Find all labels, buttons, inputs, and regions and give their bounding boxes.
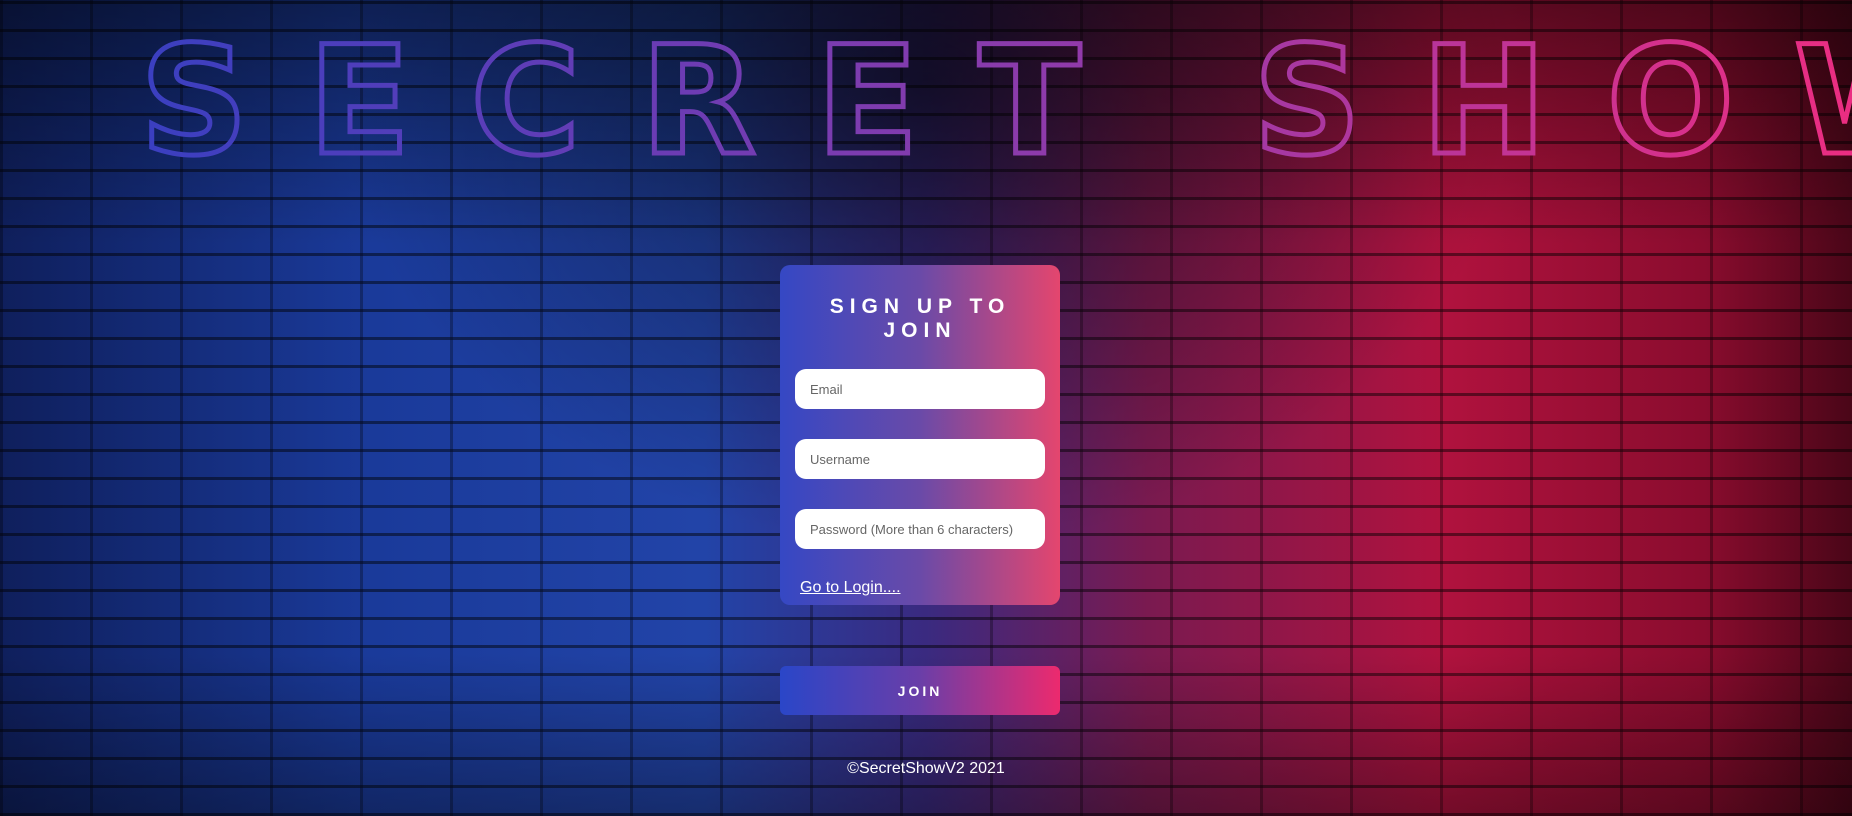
password-field[interactable] <box>795 509 1045 549</box>
go-to-login-link[interactable]: Go to Login.... <box>800 579 901 597</box>
neon-logo-title: SECRET SHOW <box>138 8 1852 192</box>
footer-copyright: ©SecretShowV2 2021 <box>847 760 1005 777</box>
neon-title-text: SECRET SHOW <box>140 15 1852 189</box>
username-field[interactable] <box>795 439 1045 479</box>
signup-heading: SIGN UP TO JOIN <box>829 295 1011 342</box>
join-button[interactable]: JOIN <box>780 666 1060 715</box>
signup-card: SIGN UP TO JOIN Go to Login.... <box>780 265 1060 605</box>
page-background: SECRET SHOW SIGN UP TO JOIN Go to Login.… <box>0 0 1852 816</box>
email-field[interactable] <box>795 369 1045 409</box>
neon-logo-svg: SECRET SHOW <box>138 13 1852 192</box>
